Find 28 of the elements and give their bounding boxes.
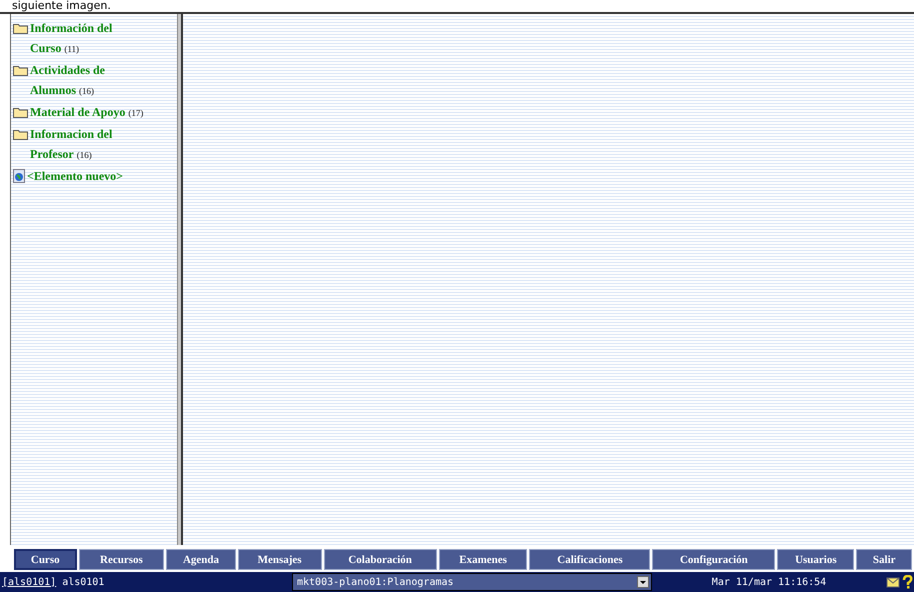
sidebar-item[interactable]: Informacion del Profesor (16) bbox=[30, 124, 146, 164]
splitter[interactable] bbox=[178, 14, 183, 545]
tab[interactable]: Usuarios bbox=[777, 549, 854, 570]
user-link[interactable]: [als0101] bbox=[2, 576, 56, 588]
tab[interactable]: Recursos bbox=[78, 549, 164, 570]
sidebar-item[interactable]: Información del Curso (11) bbox=[30, 18, 146, 58]
folder-icon bbox=[13, 64, 28, 76]
sidebar-item[interactable]: <Elemento nuevo> bbox=[27, 166, 143, 186]
sidebar-item[interactable]: Actividades de Alumnos (16) bbox=[30, 60, 146, 100]
caption-text: siguiente imagen. bbox=[12, 0, 111, 12]
sidebar-item[interactable]: Material de Apoyo (17) bbox=[30, 102, 146, 122]
course-dropdown[interactable]: mkt003-plano01:Planogramas bbox=[292, 573, 652, 591]
tab[interactable]: Calificaciones bbox=[529, 549, 650, 570]
globe-document-icon bbox=[13, 169, 25, 183]
tab[interactable]: Examenes bbox=[438, 549, 528, 570]
tab[interactable]: Agenda bbox=[166, 549, 236, 570]
tab[interactable]: Configuración bbox=[652, 549, 776, 570]
tab[interactable]: Salir bbox=[856, 549, 912, 570]
tab[interactable]: Colaboración bbox=[324, 549, 437, 570]
folder-icon bbox=[13, 106, 28, 118]
envelope-icon[interactable] bbox=[886, 575, 900, 589]
help-icon[interactable] bbox=[900, 575, 914, 589]
tab[interactable]: Mensajes bbox=[238, 549, 322, 570]
tab[interactable]: Curso bbox=[14, 549, 76, 570]
date-time: Mar 11/mar 11:16:54 bbox=[710, 576, 828, 588]
folder-icon bbox=[13, 128, 28, 140]
user-name: als0101 bbox=[62, 576, 104, 588]
folder-icon bbox=[13, 22, 28, 34]
